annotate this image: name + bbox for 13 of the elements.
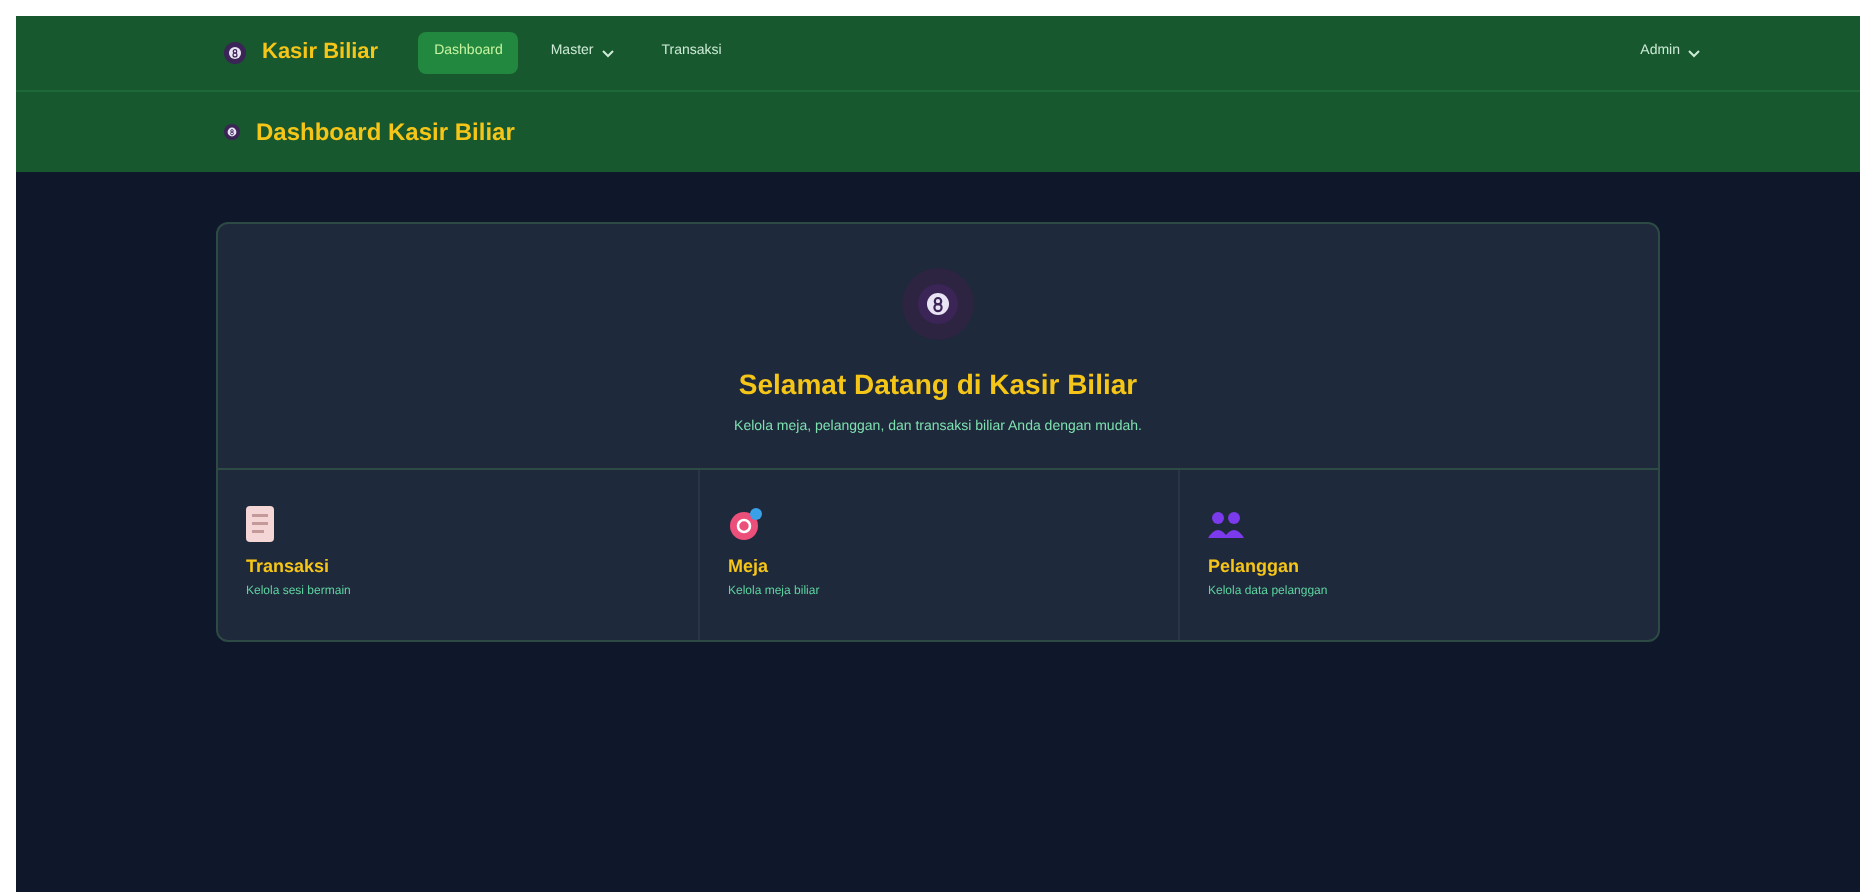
people-icon (1208, 509, 1244, 541)
eight-ball-icon (224, 42, 246, 64)
welcome-title: Selamat Datang di Kasir Biliar (738, 366, 1138, 404)
caret-icon (1688, 49, 1700, 57)
page-title: Dashboard Kasir Biliar (256, 116, 515, 150)
clipboard-icon (246, 505, 274, 541)
card-title: Meja (728, 553, 769, 580)
brand-name[interactable]: Kasir Biliar (262, 36, 379, 70)
eight-ball-icon (918, 284, 958, 324)
eight-ball-icon (224, 124, 240, 140)
card-title: Transaksi (246, 553, 330, 579)
target-icon (728, 505, 764, 541)
card-title: Pelanggan (1208, 553, 1300, 580)
